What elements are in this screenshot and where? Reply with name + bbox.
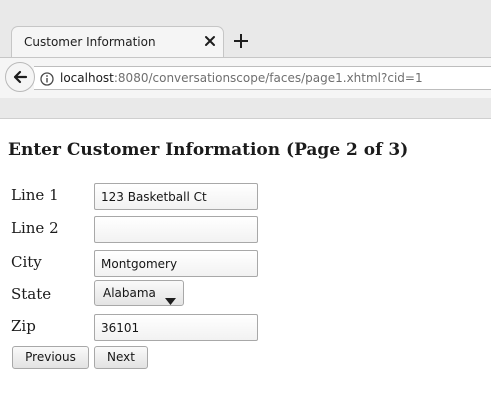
page-title: Enter Customer Information (Page 2 of 3)	[8, 140, 409, 160]
tab-title: Customer Information	[24, 35, 156, 49]
url-host: localhost	[60, 71, 114, 85]
browser-chrome: Customer Information localhost:8080/conv…	[0, 0, 491, 119]
plus-icon[interactable]	[232, 32, 250, 50]
previous-button[interactable]: Previous	[12, 346, 89, 369]
url-path: :8080/conversationscope/faces/page1.xhtm…	[113, 71, 423, 85]
chevron-down-icon	[165, 290, 176, 309]
line2-input[interactable]	[94, 216, 258, 243]
state-select[interactable]: Alabama	[94, 280, 184, 306]
address-bar[interactable]: localhost:8080/conversationscope/faces/p…	[34, 66, 491, 90]
state-label: State	[11, 285, 52, 303]
close-icon[interactable]	[203, 33, 217, 47]
back-button[interactable]	[5, 62, 35, 92]
line2-label: Line 2	[11, 219, 59, 237]
info-icon[interactable]	[40, 71, 54, 86]
url-text: localhost:8080/conversationscope/faces/p…	[60, 71, 423, 85]
next-button[interactable]: Next	[94, 346, 148, 369]
tab-strip: Customer Information	[0, 0, 491, 57]
browser-tab[interactable]: Customer Information	[11, 26, 224, 57]
state-select-value: Alabama	[103, 286, 156, 300]
back-arrow-icon	[13, 70, 28, 84]
line1-input[interactable]	[94, 183, 258, 210]
city-label: City	[11, 253, 42, 271]
navigation-toolbar: localhost:8080/conversationscope/faces/p…	[0, 57, 491, 98]
city-input[interactable]	[94, 250, 258, 277]
page-content: Enter Customer Information (Page 2 of 3)…	[0, 118, 491, 403]
line1-label: Line 1	[11, 186, 59, 204]
zip-input[interactable]	[94, 314, 258, 341]
zip-label: Zip	[11, 317, 36, 335]
